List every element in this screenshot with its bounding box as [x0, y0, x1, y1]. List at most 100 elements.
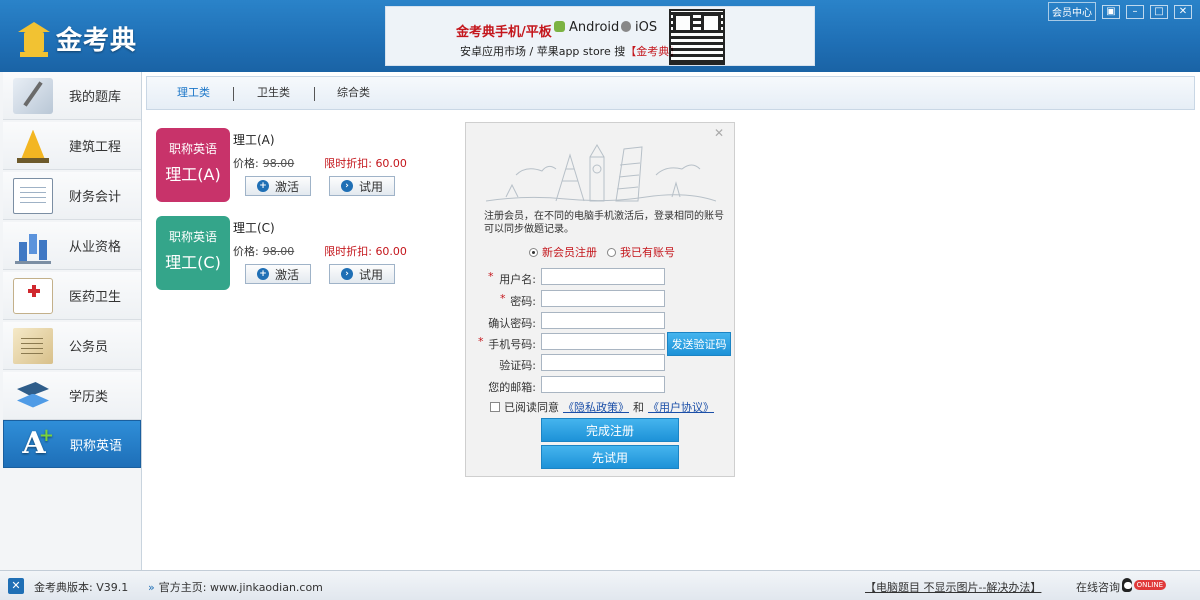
sidebar-item-title-english[interactable]: A 职称英语	[3, 418, 141, 468]
code-input[interactable]	[541, 354, 665, 371]
document-stack-icon	[13, 327, 53, 364]
restore-icon[interactable]: ▣	[1102, 4, 1120, 19]
username-row: * 用户名:	[466, 268, 736, 286]
course-card-c[interactable]: 职称英语 理工(C)	[156, 216, 230, 290]
close-icon[interactable]: ✕	[1174, 4, 1192, 19]
construction-cone-icon	[13, 128, 53, 164]
radio-new-member[interactable]	[529, 247, 538, 257]
banner-subline: 安卓应用市场 / 苹果app store 搜【金考典】	[460, 45, 681, 58]
username-input[interactable]	[541, 268, 665, 285]
online-consult-label[interactable]: 在线咨询	[1076, 579, 1120, 595]
confirm-password-label: 确认密码:	[488, 317, 536, 330]
password-label: 密码:	[510, 295, 536, 308]
member-center-button[interactable]: 会员中心	[1048, 2, 1096, 21]
bar-chart-icon	[13, 228, 53, 264]
sidebar-item-accounting[interactable]: 财务会计	[3, 172, 141, 220]
trial-button[interactable]: › 试用	[329, 176, 395, 196]
top-bar: 金考典 金考典手机/平板 Android iOS 安卓应用市场 / 苹果app …	[0, 0, 1200, 72]
send-code-button[interactable]: 发送验证码	[667, 332, 731, 356]
window-controls: 会员中心 ▣ – □ ✕	[1048, 2, 1192, 21]
code-row: 验证码:	[466, 354, 736, 372]
homepage-info: » 官方主页: www.jinkaodian.com	[148, 581, 323, 594]
agree-text: 已阅读同意	[504, 401, 559, 414]
sidebar-item-my-questions[interactable]: 我的题库	[3, 72, 141, 120]
confirm-password-row: 确认密码:	[466, 312, 736, 330]
user-agreement-link[interactable]: 《用户协议》	[648, 399, 714, 415]
banner-headline: 金考典手机/平板	[456, 25, 552, 40]
sidebar-item-civil-servant[interactable]: 公务员	[3, 322, 141, 370]
code-label: 验证码:	[499, 359, 536, 372]
sidebar-item-label: 建筑工程	[69, 140, 122, 155]
password-row: * 密码:	[466, 290, 736, 308]
plus-icon: +	[256, 180, 269, 192]
radio-existing-account[interactable]	[607, 247, 616, 257]
mobile-app-banner[interactable]: 金考典手机/平板 Android iOS 安卓应用市场 / 苹果app stor…	[385, 6, 815, 66]
and-text: 和	[633, 401, 644, 414]
radio-new-label[interactable]: 新会员注册	[542, 244, 597, 260]
logo-text: 金考典	[56, 25, 138, 56]
medical-kit-icon	[13, 277, 53, 314]
arrow-right-icon: ›	[340, 180, 353, 192]
sidebar-item-label: 财务会计	[69, 190, 122, 205]
radio-existing-label[interactable]: 我已有账号	[620, 244, 675, 260]
temple-logo-icon	[18, 18, 50, 58]
card-title: 理工(A)	[165, 165, 221, 184]
price-row: 价格: 98.00 限时折扣: 60.00	[233, 157, 407, 170]
card-subtitle: 职称英语	[168, 230, 217, 244]
card-title: 理工(C)	[165, 253, 221, 272]
tab-divider	[314, 87, 315, 101]
phone-input[interactable]	[541, 333, 665, 350]
account-type-radios: 新会员注册 我已有账号	[529, 244, 675, 260]
sidebar-item-label: 医药卫生	[69, 290, 122, 305]
maximize-icon[interactable]: □	[1150, 4, 1168, 19]
tab-comprehensive[interactable]: 综合类	[337, 77, 370, 109]
course-card-a[interactable]: 职称英语 理工(A)	[156, 128, 230, 202]
image-fix-link[interactable]: 【电脑题目 不显示图片--解决办法】	[865, 579, 1041, 595]
sidebar-item-construction[interactable]: 建筑工程	[3, 122, 141, 170]
phone-label: 手机号码:	[488, 338, 536, 351]
register-intro: 注册会员，在不同的电脑手机激活后，登录相同的账号可以同步做题记录。	[484, 211, 724, 235]
close-app-icon[interactable]: ✕	[8, 578, 24, 594]
sidebar-item-label: 学历类	[69, 390, 109, 405]
username-label: 用户名:	[499, 273, 536, 286]
sidebar-item-label: 公务员	[69, 340, 109, 355]
category-tabs: 理工类 卫生类 综合类	[146, 76, 1195, 110]
card-subtitle: 职称英语	[168, 142, 217, 156]
sidebar-item-medical[interactable]: 医药卫生	[3, 272, 141, 320]
homepage-link[interactable]: www.jinkaodian.com	[210, 581, 323, 594]
price-row: 价格: 98.00 限时折扣: 60.00	[233, 245, 407, 258]
register-panel: ✕ 注册会员，在不同的电脑手机激活后，登录相同的账号可以同步做题记录。 新会员注…	[465, 122, 735, 477]
agree-checkbox[interactable]	[490, 402, 500, 412]
tab-science-engineering[interactable]: 理工类	[177, 77, 210, 109]
qq-penguin-icon	[1122, 578, 1132, 592]
sidebar: 我的题库 建筑工程 财务会计 从业资格 医药卫生 公务员 学历类 A 职称英语	[0, 72, 142, 572]
sidebar-item-qualification[interactable]: 从业资格	[3, 222, 141, 270]
layers-icon	[13, 378, 53, 414]
arrow-right-icon: ›	[340, 268, 353, 280]
email-input[interactable]	[541, 376, 665, 393]
activate-button[interactable]: + 激活	[245, 264, 311, 284]
sidebar-item-label: 从业资格	[69, 240, 122, 255]
plus-icon: +	[256, 268, 269, 280]
trial-button[interactable]: › 试用	[329, 264, 395, 284]
try-first-button[interactable]: 先试用	[541, 445, 679, 469]
double-chevron-icon: »	[148, 581, 155, 594]
email-label: 您的邮箱:	[488, 381, 536, 394]
complete-register-button[interactable]: 完成注册	[541, 418, 679, 442]
privacy-policy-link[interactable]: 《隐私政策》	[563, 399, 629, 415]
qq-online-button[interactable]: ONLINE	[1122, 577, 1166, 593]
minimize-icon[interactable]: –	[1126, 4, 1144, 19]
email-row: 您的邮箱:	[466, 376, 736, 394]
password-input[interactable]	[541, 290, 665, 307]
tab-health[interactable]: 卫生类	[257, 77, 290, 109]
version-info: 金考典版本: V39.1	[34, 581, 129, 594]
sidebar-item-education[interactable]: 学历类	[3, 372, 141, 420]
activate-button[interactable]: + 激活	[245, 176, 311, 196]
qr-code-icon	[669, 9, 725, 65]
course-title: 理工(A)	[233, 133, 275, 147]
sidebar-item-label: 职称英语	[70, 438, 123, 454]
tab-divider	[233, 87, 234, 101]
confirm-password-input[interactable]	[541, 312, 665, 329]
banner-android: Android	[554, 20, 619, 35]
banner-ios: iOS	[621, 20, 657, 35]
